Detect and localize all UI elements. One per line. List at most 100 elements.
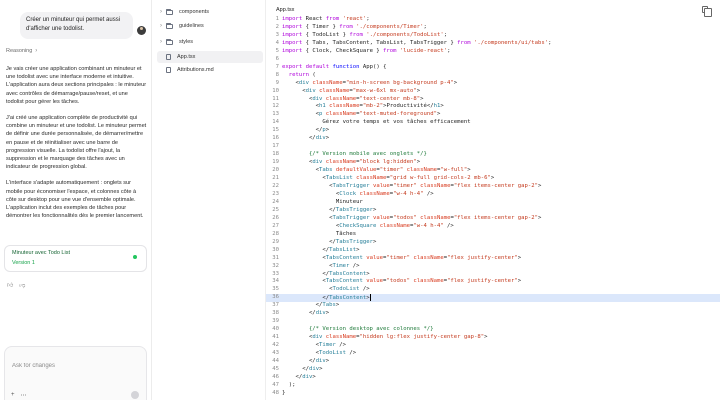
- user-avatar[interactable]: [137, 26, 146, 35]
- code-line[interactable]: 33 </TabsContent>: [266, 271, 720, 279]
- code-line[interactable]: 9 <div className="min-h-screen bg-backgr…: [266, 80, 720, 88]
- code-line[interactable]: 2 import { Timer } from './components/Tim…: [266, 24, 720, 32]
- code-line[interactable]: 36 </TabsContent>: [266, 294, 720, 303]
- code-line[interactable]: 31 <TabsContent value="timer" className=…: [266, 255, 720, 263]
- code-line[interactable]: 34 <TabsContent value="todos" className=…: [266, 278, 720, 286]
- tree-folder-guidelines[interactable]: › guidelines: [157, 20, 263, 32]
- code-line[interactable]: 8 return (: [266, 72, 720, 80]
- code-line[interactable]: 22 <TabsTrigger value="timer" className=…: [266, 183, 720, 191]
- code-line[interactable]: 47 );: [266, 382, 720, 390]
- line-number: 22: [272, 183, 279, 190]
- code-line[interactable]: 44 </div>: [266, 358, 720, 366]
- tree-item-label: components: [179, 9, 209, 15]
- assistant-message: Je vais créer une application combinant …: [6, 65, 147, 228]
- code-line[interactable]: 42 <Timer />: [266, 342, 720, 350]
- code-line[interactable]: 19 <div className="block lg:hidden">: [266, 159, 720, 167]
- line-content: <h1 className="mb-2">Productivité</h1>: [282, 103, 444, 110]
- code-line[interactable]: 40 {/* Version desktop avec colonnes */}: [266, 326, 720, 334]
- code-line[interactable]: 48}: [266, 390, 720, 398]
- code-line[interactable]: 7 export default function App() {: [266, 64, 720, 72]
- code-line[interactable]: 30 </TabsList>: [266, 247, 720, 255]
- code-line[interactable]: 21 <TabsList className="grid w-full grid…: [266, 175, 720, 183]
- code-line[interactable]: 46 </div>: [266, 374, 720, 382]
- line-number: 24: [272, 198, 279, 205]
- code-line[interactable]: 32 <Timer />: [266, 263, 720, 271]
- line-number: 23: [272, 190, 279, 197]
- code-line[interactable]: 39: [266, 318, 720, 326]
- code-line[interactable]: 29 </TabsTrigger>: [266, 239, 720, 247]
- code-line[interactable]: 20 <Tabs defaultValue="timer" className=…: [266, 167, 720, 175]
- code-line[interactable]: 38 </div>: [266, 310, 720, 318]
- reasoning-label: Reasoning: [6, 48, 33, 54]
- line-content: </div>: [282, 373, 316, 380]
- code-line[interactable]: 37 </Tabs>: [266, 302, 720, 310]
- line-content: <Clock className="w-4 h-4" />: [282, 190, 434, 197]
- code-line[interactable]: 45 </div>: [266, 366, 720, 374]
- chat-input-box: + ⋯: [4, 346, 147, 400]
- line-number: 15: [272, 127, 279, 134]
- line-number: 43: [272, 350, 279, 357]
- thumbs-down-icon[interactable]: 👎︎: [19, 281, 25, 289]
- send-icon[interactable]: [131, 391, 139, 399]
- line-content: );: [282, 381, 296, 388]
- feedback-bar: 👍︎ 👎︎: [7, 281, 25, 289]
- editor-filename[interactable]: App.tsx: [276, 7, 294, 13]
- line-number: 42: [272, 342, 279, 349]
- line-content: <TabsTrigger value="timer" className="fl…: [282, 183, 542, 190]
- attach-icon[interactable]: +: [11, 392, 15, 399]
- line-content: </TabsContent>: [282, 294, 371, 302]
- line-number: 14: [272, 119, 279, 126]
- code-line[interactable]: 10 <div className="max-w-6xl mx-auto">: [266, 88, 720, 96]
- tree-file-app-tsx[interactable]: App.tsx: [157, 51, 263, 63]
- line-content: </TabsTrigger>: [282, 238, 377, 245]
- code-line[interactable]: 26 <TabsTrigger value="todos" className=…: [266, 215, 720, 223]
- code-line[interactable]: 24 Minuteur: [266, 199, 720, 207]
- line-content: Minuteur: [282, 198, 363, 205]
- line-number: 21: [272, 175, 279, 182]
- code-line[interactable]: 3 import { TodoList } from './components/…: [266, 32, 720, 40]
- code-line[interactable]: 1 import React from 'react';: [266, 16, 720, 24]
- version-status-dot: [133, 255, 137, 259]
- code-line[interactable]: 25 </TabsTrigger>: [266, 207, 720, 215]
- line-number: 20: [272, 167, 279, 174]
- reasoning-toggle[interactable]: Reasoning ›: [6, 48, 37, 54]
- line-number: 1: [275, 16, 279, 22]
- chat-panel: Créer un minuteur qui permet aussi d'aff…: [0, 0, 152, 400]
- line-content: <Timer />: [282, 342, 346, 349]
- copy-icon[interactable]: [702, 6, 712, 17]
- line-content: <Tabs defaultValue="timer" className="w-…: [282, 167, 471, 174]
- code-line[interactable]: 14 Gérez votre temps et vos tâches effic…: [266, 119, 720, 127]
- line-content: <Timer />: [282, 262, 360, 269]
- code-line[interactable]: 28 Tâches: [266, 231, 720, 239]
- tree-file-attributions[interactable]: Attributions.md: [157, 64, 263, 76]
- line-number: 33: [272, 270, 279, 277]
- code-line[interactable]: 43 <TodoList />: [266, 350, 720, 358]
- line-number: 12: [272, 103, 279, 110]
- chat-input[interactable]: [12, 363, 132, 369]
- code-line[interactable]: 15 </p>: [266, 127, 720, 135]
- line-number: 7: [275, 63, 279, 70]
- line-number: 39: [272, 318, 279, 325]
- settings-icon[interactable]: ⋯: [21, 392, 27, 399]
- line-number: 16: [272, 135, 279, 142]
- code-line[interactable]: 12 <h1 className="mb-2">Productivité</h1…: [266, 103, 720, 111]
- assistant-paragraph: Je vais créer une application combinant …: [6, 66, 147, 105]
- code-line[interactable]: 18 {/* Version mobile avec onglets */}: [266, 151, 720, 159]
- version-card[interactable]: Minuteur avec Todo List Version 1: [4, 245, 147, 272]
- folder-icon: [166, 38, 173, 45]
- code-area[interactable]: 1 import React from 'react'; 2 import { Tim…: [266, 16, 720, 398]
- line-content: <CheckSquare className="w-4 h-4" />: [282, 222, 454, 229]
- code-line[interactable]: 4 import { Tabs, TabsContent, TabsList, T…: [266, 40, 720, 48]
- code-line[interactable]: 17: [266, 143, 720, 151]
- code-line[interactable]: 16 </div>: [266, 135, 720, 143]
- tree-folder-components[interactable]: › components: [157, 6, 263, 18]
- code-line[interactable]: 6: [266, 56, 720, 64]
- code-line[interactable]: 27 <CheckSquare className="w-4 h-4" />: [266, 223, 720, 231]
- code-line[interactable]: 5 import { Clock, CheckSquare } from 'luc…: [266, 48, 720, 56]
- code-line[interactable]: 23 <Clock className="w-4 h-4" />: [266, 191, 720, 199]
- line-number: 28: [272, 230, 279, 237]
- code-line[interactable]: 41 <div className="hidden lg:flex justif…: [266, 334, 720, 342]
- code-line[interactable]: 35 <TodoList />: [266, 286, 720, 294]
- tree-folder-styles[interactable]: › styles: [157, 36, 263, 48]
- thumbs-up-icon[interactable]: 👍︎: [7, 281, 13, 289]
